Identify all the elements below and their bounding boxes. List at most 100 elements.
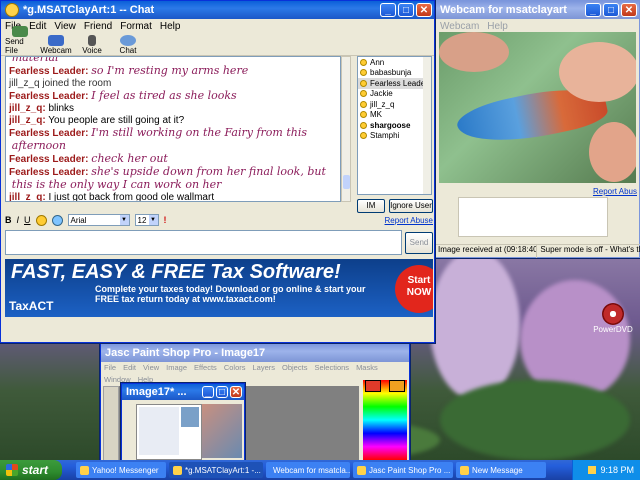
color-icon[interactable]	[51, 214, 63, 226]
report-abuse-link[interactable]: Report Abuse	[385, 216, 433, 225]
smiley-status-icon	[360, 121, 367, 129]
clock: 9:18 PM	[600, 465, 634, 475]
menu-edit[interactable]: Edit	[123, 362, 136, 374]
start-label: start	[22, 463, 49, 477]
webcam-menubar: Webcam Help	[436, 19, 639, 33]
status-super-mode[interactable]: Super mode is off - What's this	[537, 245, 640, 258]
taskbar-item-chat[interactable]: *g.MSATClayArt:1 -...	[169, 462, 263, 478]
menu-selections[interactable]: Selections	[314, 362, 349, 374]
message-text: jill_z_q joined the room	[9, 78, 112, 89]
menu-effects[interactable]: Effects	[194, 362, 217, 374]
menu-layers[interactable]: Layers	[253, 362, 276, 374]
message-input[interactable]	[5, 230, 402, 255]
taskbar-item-new-message[interactable]: New Message	[456, 462, 546, 478]
smiley-status-icon	[360, 90, 367, 98]
menu-format[interactable]: Format	[120, 21, 152, 32]
background-color-swatch[interactable]	[389, 380, 405, 392]
underline-button[interactable]: U	[24, 215, 31, 225]
bold-button[interactable]: B	[5, 215, 12, 225]
minimize-button[interactable]: _	[380, 3, 396, 17]
send-button[interactable]: Send	[405, 232, 433, 254]
font-select[interactable]: Arial ▼	[67, 214, 130, 226]
font-size-select[interactable]: 12 ▼	[134, 214, 159, 226]
start-button[interactable]: start	[0, 460, 62, 480]
alert-icon[interactable]: !	[164, 215, 167, 225]
taskbar-item-paint-shop-pro[interactable]: Jasc Paint Shop Pro ...	[353, 462, 453, 478]
message-text: You people are still going at it?	[48, 115, 185, 126]
maximize-button[interactable]: □	[603, 3, 619, 17]
user-list-item[interactable]: Stamphi	[358, 131, 431, 142]
tray-icon[interactable]	[588, 466, 597, 474]
chat-message: Fearless Leader: so I'm resting my arms …	[9, 65, 340, 78]
taskbar-item-webcam[interactable]: Webcam for msatcla...	[266, 462, 350, 478]
user-name: jill_z_q	[370, 99, 395, 109]
message-sender: Fearless Leader:	[9, 66, 89, 77]
report-abuse-link[interactable]: Report Abus	[593, 187, 637, 196]
menu-friend[interactable]: Friend	[84, 21, 112, 32]
minimize-button[interactable]: _	[585, 3, 601, 17]
psp-tool-palette[interactable]	[103, 386, 119, 462]
message-sender: jill_z_q:	[9, 115, 46, 126]
ad-start-now-button[interactable]: Start NOW	[395, 265, 433, 313]
menu-view[interactable]: View	[54, 21, 76, 32]
user-list-item[interactable]: Ann	[358, 57, 431, 68]
maximize-button[interactable]: □	[398, 3, 414, 17]
font-select-value: Arial	[70, 216, 87, 225]
chat-titlebar[interactable]: *g.MSATClayArt:1 -- Chat _ □ ✕	[1, 1, 434, 19]
webcam-button[interactable]: Webcam	[40, 35, 72, 55]
chat-window: *g.MSATClayArt:1 -- Chat _ □ ✕ File Edit…	[0, 0, 435, 343]
wallpaper-blossom	[430, 250, 520, 400]
taxact-logo: TaxACT	[9, 299, 54, 313]
chat-log-scrollbar[interactable]	[341, 56, 351, 202]
im-button[interactable]: IM	[357, 199, 385, 213]
ignore-user-button[interactable]: Ignore User	[389, 199, 433, 213]
minimize-button[interactable]: _	[202, 386, 214, 398]
close-button[interactable]: ✕	[230, 386, 242, 398]
italic-button[interactable]: I	[17, 215, 20, 225]
webcam-icon	[48, 35, 64, 46]
user-list-item[interactable]: shargoose	[358, 120, 431, 131]
desktop-icon-powerdvd[interactable]: PowerDVD	[590, 303, 636, 334]
image17-titlebar[interactable]: Image17* ... _ □ ✕	[122, 384, 244, 400]
voice-button[interactable]: Voice	[77, 35, 107, 55]
menu-help[interactable]: Help	[487, 21, 508, 32]
image17-window: Image17* ... _ □ ✕	[121, 383, 245, 461]
emoticon-icon[interactable]	[35, 214, 47, 226]
menu-view[interactable]: View	[143, 362, 159, 374]
maximize-button[interactable]: □	[216, 386, 228, 398]
desktop-icon-label: PowerDVD	[593, 325, 633, 334]
smiley-status-icon	[360, 132, 367, 140]
chat-message: afternoon	[9, 140, 340, 153]
chat-button[interactable]: Chat	[113, 35, 143, 55]
user-list-item[interactable]: jill_z_q	[358, 99, 431, 110]
smiley-status-icon	[360, 79, 367, 87]
user-list-item[interactable]: MK	[358, 110, 431, 121]
foreground-color-swatch[interactable]	[365, 380, 381, 392]
close-button[interactable]: ✕	[621, 3, 637, 17]
user-list-item[interactable]: Fearless Leader	[358, 78, 431, 89]
menu-help[interactable]: Help	[160, 21, 181, 32]
taxact-ad-banner[interactable]: FAST, EASY & FREE Tax Software! Complete…	[5, 259, 433, 317]
wallpaper-grass	[440, 380, 630, 460]
color-palette[interactable]	[363, 380, 407, 460]
scrollbar-thumb[interactable]	[343, 175, 350, 189]
menu-file[interactable]: File	[104, 362, 116, 374]
menu-colors[interactable]: Colors	[224, 362, 246, 374]
chat-message: jill_z_q: I just got back from good ole …	[9, 192, 340, 201]
smiley-status-icon	[360, 111, 367, 119]
user-list-scrollbar[interactable]	[423, 57, 431, 194]
user-list-item[interactable]: Jackie	[358, 89, 431, 100]
taskbar-item-yahoo-messenger[interactable]: Yahoo! Messenger	[76, 462, 166, 478]
menu-image[interactable]: Image	[166, 362, 187, 374]
user-list-item[interactable]: babasbunja	[358, 68, 431, 79]
menu-webcam[interactable]: Webcam	[440, 21, 479, 32]
message-text: so I'm resting my arms here	[91, 64, 249, 77]
webcam-titlebar[interactable]: Webcam for msatclayart _ □ ✕	[436, 1, 639, 19]
menu-objects[interactable]: Objects	[282, 362, 307, 374]
psp-titlebar[interactable]: Jasc Paint Shop Pro - Image17	[101, 344, 409, 362]
chat-log[interactable]: material Fearless Leader: so I'm resting …	[5, 56, 341, 202]
close-button[interactable]: ✕	[416, 3, 432, 17]
menu-masks[interactable]: Masks	[356, 362, 378, 374]
smiley-status-icon	[360, 58, 367, 66]
send-file-button[interactable]: Send File	[5, 26, 35, 55]
